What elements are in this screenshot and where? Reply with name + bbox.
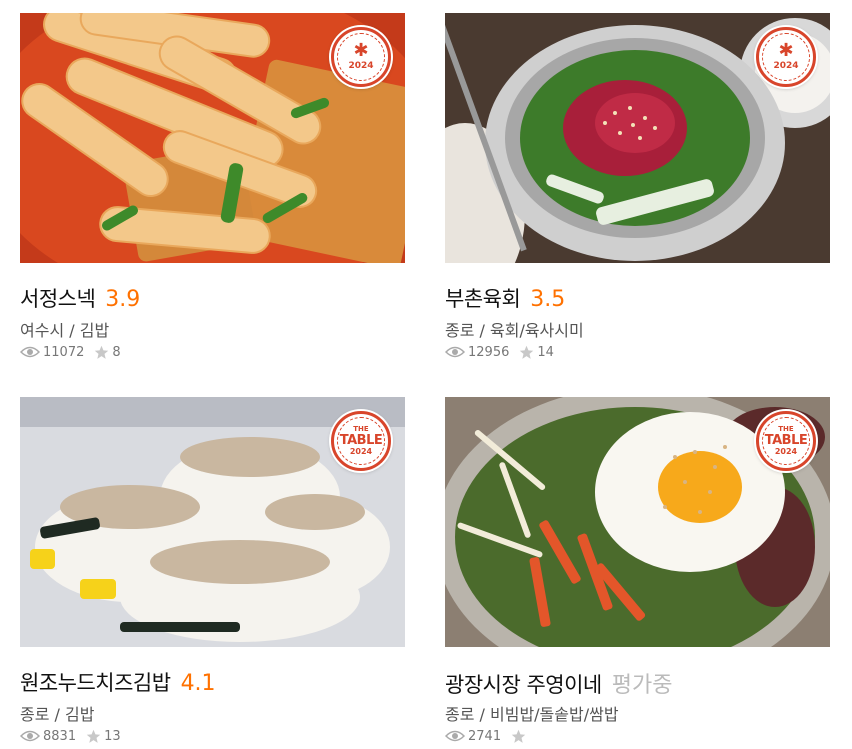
badge-label: TABLE — [339, 433, 383, 448]
view-count: 8831 — [43, 728, 77, 744]
asterisk-icon: ✱ — [353, 40, 369, 61]
eye-icon — [20, 730, 40, 742]
star-icon — [520, 345, 534, 359]
restaurant-photo[interactable]: ✱ 2024 — [20, 13, 405, 263]
star-icon — [86, 729, 101, 743]
award-badge: ✱ 2024 — [331, 27, 391, 87]
restaurant-name[interactable]: 광장시장 주영이네 — [445, 669, 602, 699]
location-category: 종로 / 비빔밥/돌솥밥/쌈밥 — [445, 705, 619, 724]
asterisk-icon: ✱ — [778, 40, 794, 61]
view-count: 12956 — [468, 344, 510, 360]
restaurant-name[interactable]: 서정스넥 — [20, 283, 96, 313]
review-count: 8 — [112, 344, 121, 360]
badge-the: THE — [353, 425, 369, 433]
badge-year: 2024 — [348, 61, 374, 71]
rating-score: 4.1 — [180, 671, 216, 696]
restaurant-card[interactable]: THE TABLE 2024 광장시장 주영이네 평가중 종로 / 비빔밥/돌솥… — [445, 397, 830, 745]
review-count: 13 — [104, 728, 121, 744]
review-count: 14 — [537, 344, 554, 360]
restaurant-name[interactable]: 원조누드치즈김밥 — [20, 667, 171, 697]
eye-icon — [445, 346, 465, 358]
restaurant-card[interactable]: ✱ 2024 서정스넥 3.9 여수시 / 김밥 11072 8 — [20, 13, 405, 361]
view-count: 2741 — [468, 728, 502, 744]
rating-pending: 평가중 — [611, 673, 673, 698]
location-category: 종로 / 육회/육사시미 — [445, 321, 584, 340]
badge-year: 2024 — [349, 447, 373, 456]
stats-row: 11072 8 — [20, 343, 405, 361]
restaurant-photo[interactable]: THE TABLE 2024 — [20, 397, 405, 647]
stats-row: 12956 14 — [445, 343, 830, 361]
restaurant-photo[interactable]: THE TABLE 2024 — [445, 397, 830, 647]
badge-the: THE — [778, 425, 794, 433]
badge-year: 2024 — [773, 61, 799, 71]
eye-icon — [445, 730, 465, 742]
rating-score: 3.5 — [530, 287, 566, 312]
badge-year: 2024 — [774, 447, 798, 456]
star-icon — [511, 729, 526, 743]
restaurant-name[interactable]: 부촌육회 — [445, 283, 521, 313]
location-category: 여수시 / 김밥 — [20, 321, 110, 340]
badge-label: TABLE — [764, 433, 808, 448]
view-count: 11072 — [43, 344, 85, 360]
location-category: 종로 / 김밥 — [20, 705, 95, 724]
star-icon — [95, 345, 109, 359]
rating-score: 3.9 — [105, 287, 141, 312]
award-badge: THE TABLE 2024 — [756, 411, 816, 471]
restaurant-card[interactable]: THE TABLE 2024 원조누드치즈김밥 4.1 종로 / 김밥 8831… — [20, 397, 405, 745]
stats-row: 8831 13 — [20, 727, 405, 745]
restaurant-card[interactable]: ✱ 2024 부촌육회 3.5 종로 / 육회/육사시미 12956 14 — [445, 13, 830, 361]
stats-row: 2741 — [445, 727, 830, 745]
award-badge: ✱ 2024 — [756, 27, 816, 87]
eye-icon — [20, 346, 40, 358]
award-badge: THE TABLE 2024 — [331, 411, 391, 471]
restaurant-photo[interactable]: ✱ 2024 — [445, 13, 830, 263]
